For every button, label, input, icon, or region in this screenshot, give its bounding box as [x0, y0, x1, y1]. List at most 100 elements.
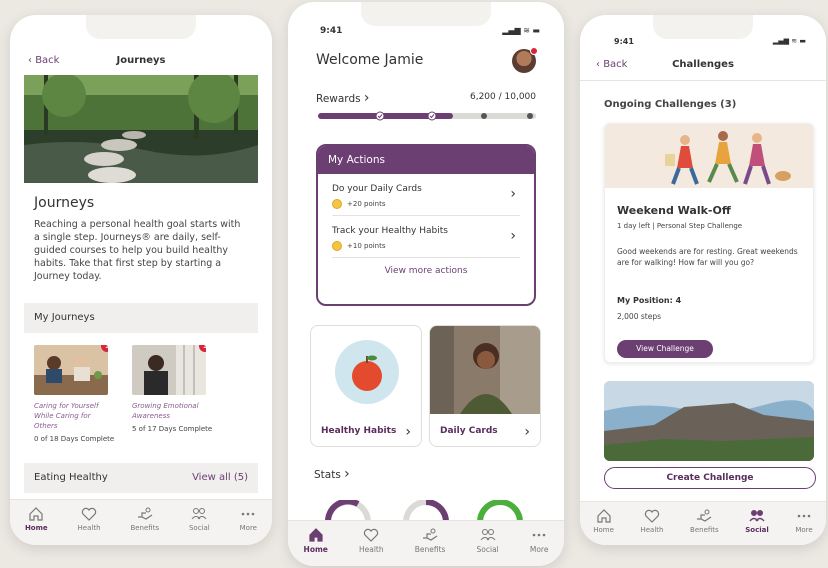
journey-title: Caring for Yourself While Caring for Oth… — [34, 402, 99, 430]
view-all-link[interactable]: View all (5) — [192, 472, 248, 484]
stats-rings — [325, 500, 523, 522]
tab-social[interactable]: Social — [189, 506, 210, 545]
rewards-progress-bar — [318, 111, 536, 121]
home-icon — [29, 507, 43, 521]
journey-progress: 0 of 18 Days Complete — [34, 435, 115, 443]
tab-benefits[interactable]: Benefits — [130, 506, 159, 545]
chevron-right-icon: › — [510, 228, 516, 244]
tab-social[interactable]: Social — [477, 527, 499, 566]
chevron-right-icon: › — [405, 424, 411, 440]
tab-label: Health — [77, 524, 101, 532]
challenge-position: My Position: 4 — [617, 296, 682, 305]
phone-notch — [86, 15, 196, 39]
tab-home[interactable]: Home — [25, 506, 48, 545]
create-challenge-button[interactable]: Create Challenge — [604, 467, 816, 489]
coin-icon — [332, 241, 342, 251]
journey-card[interactable]: 1 Caring for Yourself While Caring for O… — [34, 345, 114, 443]
tab-label: Social — [476, 545, 499, 554]
journeys-heading: Journeys — [34, 195, 95, 211]
nav-header: ‹ Back Journeys — [10, 51, 272, 75]
tab-health[interactable]: Health — [640, 508, 663, 545]
benefits-icon — [137, 507, 153, 520]
heart-icon — [81, 507, 97, 521]
status-time: 9:41 — [320, 26, 343, 36]
heart-icon — [364, 528, 379, 542]
tab-label: Benefits — [130, 524, 160, 532]
rewards-label: Rewards — [316, 93, 361, 105]
rewards-link[interactable]: Rewards › — [316, 90, 370, 106]
tab-label: Social — [745, 526, 769, 534]
tab-label: Social — [188, 524, 210, 532]
my-actions-title: My Actions — [318, 146, 534, 174]
eating-healthy-label: Eating Healthy — [34, 472, 108, 483]
action-points: +10 points — [347, 242, 386, 250]
page-title: Journeys — [116, 55, 166, 66]
phone-notch — [361, 2, 491, 26]
journey-card[interactable]: 1 Growing Emotional Awareness 5 of 17 Da… — [132, 345, 212, 433]
chevron-right-icon: › — [344, 466, 350, 482]
my-journeys-section: My Journeys — [24, 303, 258, 333]
more-icon — [797, 514, 811, 518]
avatar[interactable] — [512, 47, 538, 73]
tab-label: Health — [358, 545, 384, 554]
challenge-subtitle: 1 day left | Personal Step Challenge — [617, 222, 743, 230]
ongoing-challenges-heading: Ongoing Challenges (3) — [604, 99, 737, 110]
people-icon — [749, 510, 765, 522]
tile-label: Daily Cards — [440, 426, 498, 436]
challenge-illustration — [605, 124, 813, 188]
more-icon — [242, 512, 255, 516]
tab-more[interactable]: More — [240, 506, 257, 545]
tab-label: Home — [24, 524, 48, 532]
journey-thumbnail: 1 — [132, 345, 206, 395]
home-phone: 9:41 ▂▄▆ ≋ ▬ Welcome Jamie Rewards › 6,2… — [288, 2, 564, 566]
stats-label: Stats — [314, 469, 341, 481]
challenge-card[interactable]: Weekend Walk-Off 1 day left | Personal S… — [604, 123, 814, 363]
status-icons: ▂▄▆ ≋ ▬ — [502, 26, 540, 35]
journeys-phone: ‹ Back Journeys Journeys Reaching a pers… — [10, 15, 272, 545]
page-title: Challenges — [672, 59, 734, 70]
tab-home[interactable]: Home — [593, 508, 614, 545]
tab-health[interactable]: Health — [78, 506, 101, 545]
people-icon — [191, 508, 207, 520]
view-challenge-button[interactable]: View Challenge — [617, 340, 713, 358]
tab-bar: Home Health Benefits Social More — [580, 501, 826, 545]
my-actions-card: My Actions Do your Daily Cards +20 point… — [316, 144, 536, 306]
journey-progress: 5 of 17 Days Complete — [132, 425, 213, 433]
tab-label: More — [795, 526, 813, 534]
action-item[interactable]: Do your Daily Cards +20 points › — [332, 174, 520, 216]
tab-health[interactable]: Health — [359, 527, 384, 566]
tab-label: More — [529, 545, 549, 554]
daily-cards-tile[interactable]: Daily Cards › — [429, 325, 541, 447]
people-icon — [480, 529, 496, 541]
tab-home[interactable]: Home — [304, 527, 328, 566]
tab-benefits[interactable]: Benefits — [414, 527, 446, 566]
challenge-description: Good weekends are for resting. Great wee… — [617, 247, 798, 267]
eating-healthy-section: Eating Healthy View all (5) — [24, 463, 258, 493]
tab-label: More — [239, 524, 257, 532]
action-item[interactable]: Track your Healthy Habits +10 points › — [332, 216, 520, 258]
more-icon — [532, 533, 546, 537]
status-icons: ▂▄▆ ≋ ▬ — [772, 37, 806, 45]
stats-link[interactable]: Stats › — [314, 466, 350, 482]
tab-label: Benefits — [414, 545, 446, 554]
tab-label: Home — [303, 545, 328, 554]
tab-label: Home — [593, 526, 614, 534]
tab-benefits[interactable]: Benefits — [690, 508, 719, 545]
hero-image — [24, 75, 258, 183]
heart-icon — [644, 509, 660, 523]
tab-more[interactable]: More — [529, 527, 549, 566]
tile-label: Healthy Habits — [321, 426, 397, 436]
view-more-actions-link[interactable]: View more actions — [318, 266, 534, 276]
coin-icon — [332, 199, 342, 209]
tab-more[interactable]: More — [795, 508, 813, 545]
daily-cards-photo — [430, 326, 540, 414]
healthy-habits-tile[interactable]: Healthy Habits › — [310, 325, 422, 447]
challenge-card-photo[interactable] — [604, 381, 814, 461]
tab-social[interactable]: Social — [745, 508, 769, 545]
challenges-phone: 9:41 ▂▄▆ ≋ ▬ ‹ Back Challenges Ongoing C… — [580, 15, 826, 545]
benefits-icon — [697, 509, 712, 522]
chevron-right-icon: › — [524, 424, 530, 440]
home-icon — [309, 528, 323, 542]
journey-thumbnail: 1 — [34, 345, 108, 395]
phone-notch — [653, 15, 753, 39]
